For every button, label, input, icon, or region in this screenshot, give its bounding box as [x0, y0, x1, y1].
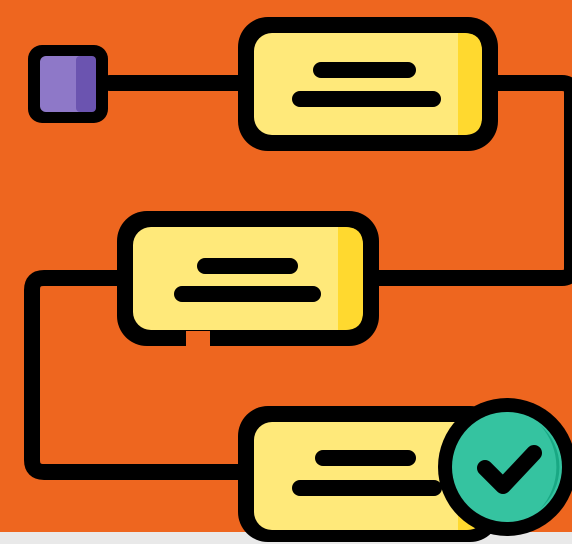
workflow-illustration — [0, 0, 572, 544]
middle-card-gap — [186, 331, 210, 346]
square-icon — [28, 45, 108, 123]
top-card — [238, 17, 498, 151]
checkmark-icon — [438, 398, 572, 536]
middle-card — [117, 211, 379, 346]
workflow-process-icon — [0, 0, 572, 544]
